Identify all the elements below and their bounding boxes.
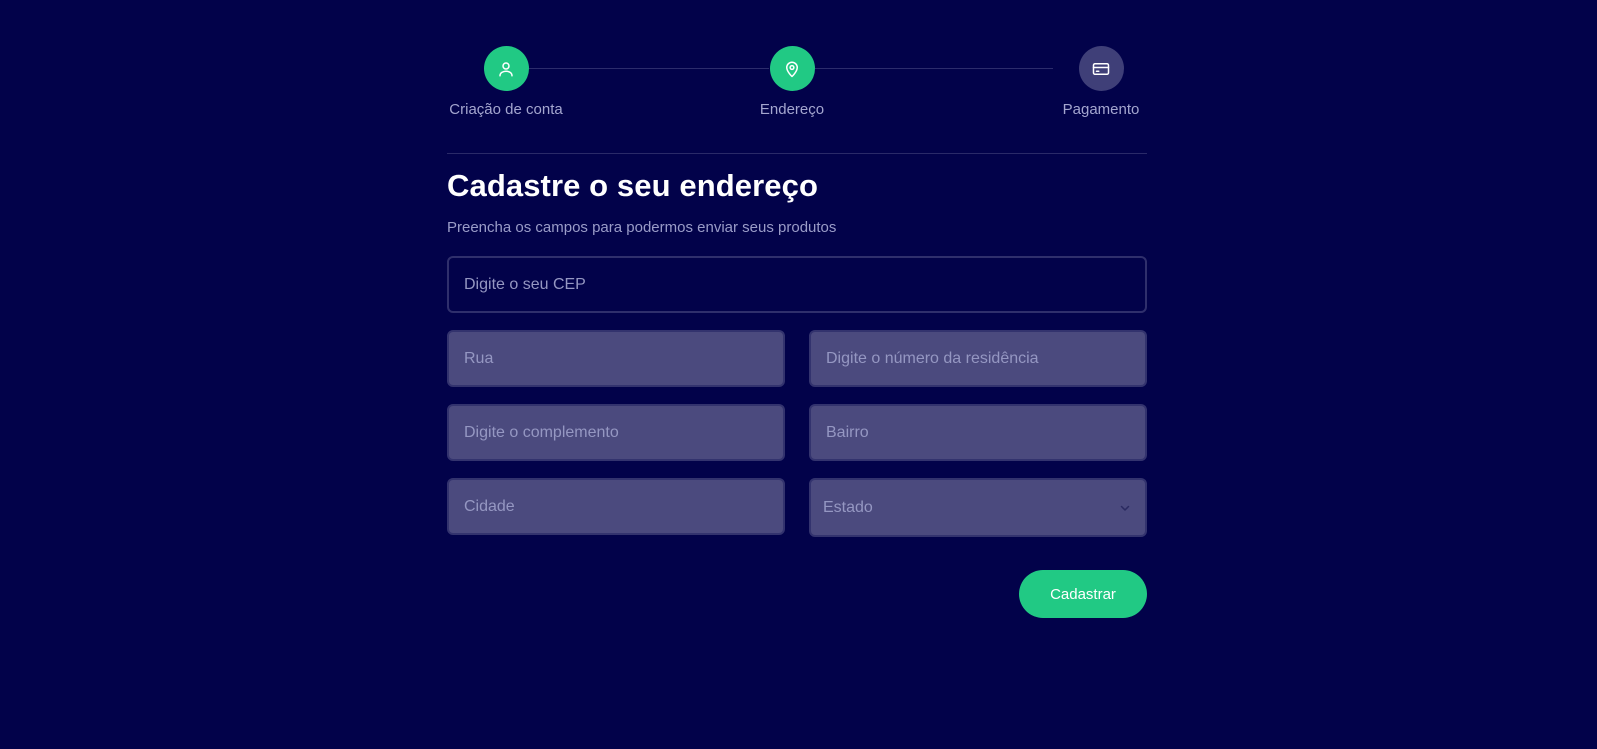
state-select-value: Estado (823, 498, 873, 516)
step-connector-2 (815, 68, 1053, 69)
map-pin-icon (786, 61, 798, 77)
neighborhood-input[interactable] (809, 404, 1147, 461)
step-circle-account (483, 46, 529, 91)
step-label-payment: Pagamento (1062, 101, 1140, 118)
step-circle-payment (1078, 46, 1124, 91)
step-label-address: Endereço (759, 101, 825, 118)
user-icon (499, 61, 513, 76)
submit-button[interactable]: Cadastrar (1019, 570, 1147, 618)
cep-input[interactable] (447, 256, 1147, 313)
house-number-input[interactable] (809, 330, 1147, 387)
credit-card-icon (1092, 62, 1110, 75)
page-subtitle: Preencha os campos para podermos enviar … (447, 219, 837, 236)
page-container: Criação de conta Endereço Pagamento Cada… (447, 0, 1147, 618)
state-select[interactable]: Estado (809, 478, 1147, 537)
section-divider (447, 153, 1147, 154)
complement-input[interactable] (447, 404, 785, 461)
step-circle-address (769, 46, 815, 91)
progress-stepper: Criação de conta Endereço Pagamento (447, 0, 1147, 154)
step-payment: Pagamento (1055, 46, 1147, 118)
street-input[interactable] (447, 330, 785, 387)
city-input[interactable] (447, 478, 785, 535)
step-label-account: Criação de conta (449, 101, 563, 118)
step-account-creation: Criação de conta (447, 46, 565, 118)
page-title: Cadastre o seu endereço (447, 168, 818, 203)
chevron-down-icon (1120, 505, 1130, 511)
step-address: Endereço (757, 46, 827, 118)
